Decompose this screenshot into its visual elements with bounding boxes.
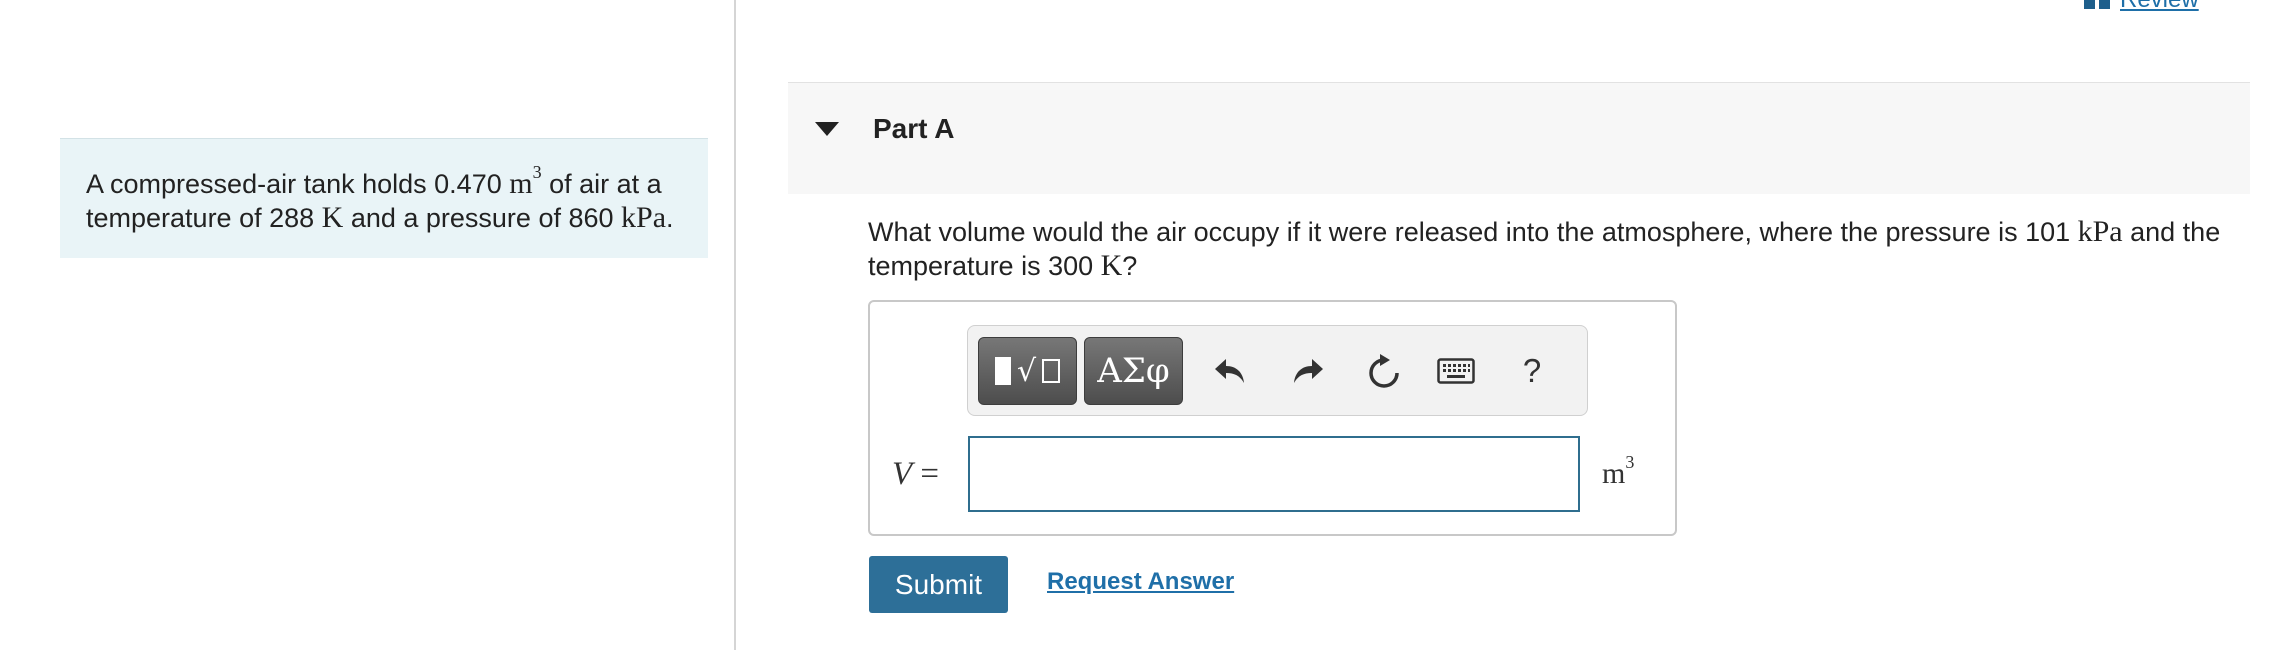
part-title: Part A [873, 113, 955, 144]
undo-button[interactable] [1208, 344, 1252, 398]
keyboard-icon [1437, 358, 1475, 384]
math-toolbar: √ ΑΣφ ? [967, 325, 1588, 416]
answer-unit-base: m [1602, 457, 1626, 490]
answer-unit: m3 [1602, 453, 1634, 491]
undo-icon [1215, 359, 1244, 383]
help-button[interactable]: ? [1510, 344, 1554, 398]
question-temperature-unit: K [1100, 249, 1123, 282]
column-divider [734, 0, 736, 650]
collapse-caret-icon[interactable] [815, 122, 839, 136]
temperature-unit: K [321, 201, 344, 234]
equals-sign: = [912, 456, 940, 492]
volume-unit-exponent: 3 [532, 162, 542, 182]
problem-text-3: and a pressure of 860 [343, 203, 622, 233]
book-icon [2084, 0, 2110, 9]
templates-icon: √ [994, 354, 1061, 389]
volume-unit-base: m [509, 167, 533, 200]
volume-unit: m3 [509, 163, 541, 200]
variable-label: V = [892, 454, 939, 493]
review-label: Review [2120, 0, 2199, 14]
help-icon: ? [1522, 352, 1542, 389]
reset-icon [1369, 354, 1399, 388]
answer-input[interactable] [968, 436, 1580, 512]
redo-icon [1294, 359, 1323, 383]
redo-button[interactable] [1286, 344, 1330, 398]
question-text-1: What volume would the air occupy if it w… [868, 217, 2078, 247]
greek-letters-icon: ΑΣφ [1097, 351, 1170, 391]
submit-button[interactable]: Submit [869, 556, 1008, 613]
question-pressure-unit: kPa [2077, 215, 2123, 248]
answer-box: √ ΑΣφ ? V = m3 [868, 300, 1677, 536]
question-text: What volume would the air occupy if it w… [868, 215, 2228, 283]
pressure-unit: kPa [621, 201, 667, 234]
reset-button[interactable] [1362, 344, 1406, 398]
review-link[interactable]: Review [2084, 0, 2199, 14]
question-text-3: ? [1122, 251, 1138, 281]
request-answer-link[interactable]: Request Answer [1047, 568, 1234, 596]
templates-button[interactable]: √ [978, 337, 1077, 405]
greek-letters-button[interactable]: ΑΣφ [1084, 337, 1183, 405]
part-a-header[interactable]: Part A [788, 82, 2250, 194]
problem-text-4: . [666, 203, 674, 233]
problem-text-1: A compressed-air tank holds 0.470 [86, 169, 510, 199]
problem-statement: A compressed-air tank holds 0.470 m3 of … [60, 138, 708, 258]
variable-symbol: V [892, 456, 913, 492]
keyboard-button[interactable] [1434, 344, 1478, 398]
answer-unit-exponent: 3 [1625, 452, 1635, 472]
